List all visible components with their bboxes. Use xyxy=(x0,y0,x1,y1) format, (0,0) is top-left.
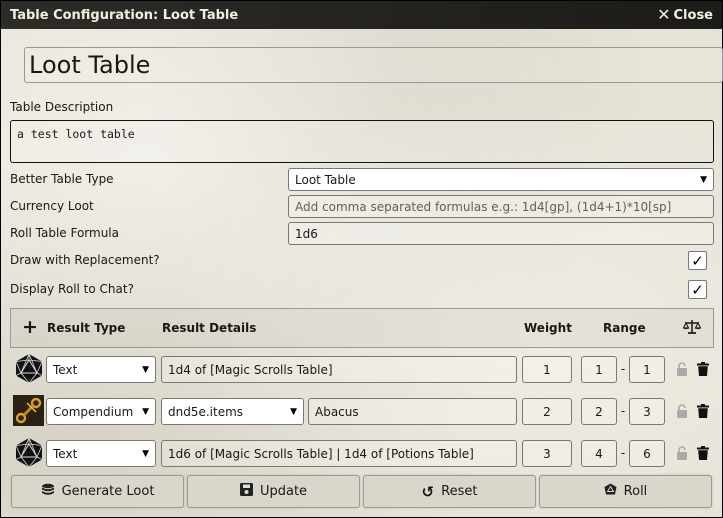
checkmark-icon: ✓ xyxy=(691,251,704,270)
results-header: + Result Type Result Details Weight Rang… xyxy=(10,308,714,348)
roll-formula-input[interactable]: 1d6 xyxy=(288,222,714,245)
compendium-item-icon xyxy=(13,395,44,426)
draw-replacement-checkbox[interactable]: ✓ xyxy=(688,251,707,270)
range-separator: - xyxy=(620,446,626,460)
roll-formula-label: Roll Table Formula xyxy=(10,226,119,240)
table-type-value: Loot Table xyxy=(295,172,356,187)
result-details-input[interactable]: 1d4 of [Magic Scrolls Table] xyxy=(161,356,517,383)
table-type-label: Better Table Type xyxy=(10,172,114,186)
undo-icon: ↺ xyxy=(421,482,435,501)
range-header: Range xyxy=(603,321,646,335)
dropdown-arrow-icon: ▼ xyxy=(142,406,149,417)
trash-icon[interactable] xyxy=(697,446,709,460)
plus-icon[interactable]: + xyxy=(22,316,38,338)
lock-icon[interactable] xyxy=(676,404,688,418)
checkmark-icon: ✓ xyxy=(691,280,704,299)
range-high-input[interactable]: 3 xyxy=(629,398,665,425)
display-roll-checkbox[interactable]: ✓ xyxy=(688,280,707,299)
result-type-select[interactable]: Text ▼ xyxy=(46,356,156,383)
save-icon xyxy=(239,483,253,500)
window-header[interactable]: Table Configuration: Loot Table ✕ Close xyxy=(1,1,722,29)
compendium-pack-value: dnd5e.items xyxy=(168,404,244,419)
balance-scale-icon[interactable] xyxy=(682,319,702,338)
generate-loot-button[interactable]: Generate Loot xyxy=(11,475,184,508)
dropdown-arrow-icon: ▼ xyxy=(142,364,149,375)
range-separator: - xyxy=(620,404,626,418)
draw-replacement-label: Draw with Replacement? xyxy=(10,253,160,267)
table-type-select[interactable]: Loot Table ▼ xyxy=(288,168,714,191)
range-low-input[interactable]: 2 xyxy=(581,398,617,425)
table-name-input[interactable]: Loot Table xyxy=(24,47,723,83)
result-details-header: Result Details xyxy=(162,321,257,335)
result-type-value: Text xyxy=(53,362,78,377)
currency-loot-label: Currency Loot xyxy=(10,199,94,213)
roll-button[interactable]: Roll xyxy=(539,475,712,508)
trash-icon[interactable] xyxy=(697,404,709,418)
dropdown-arrow-icon: ▼ xyxy=(290,406,297,417)
dropdown-arrow-icon: ▼ xyxy=(142,448,149,459)
window-title: Table Configuration: Loot Table xyxy=(10,7,239,23)
weight-input[interactable]: 3 xyxy=(522,440,572,467)
result-type-value: Text xyxy=(53,446,78,461)
currency-loot-input[interactable]: Add comma separated formulas e.g.: 1d4[g… xyxy=(288,195,714,218)
range-high-input[interactable]: 6 xyxy=(629,440,665,467)
coins-icon xyxy=(41,483,55,501)
roll-label: Roll xyxy=(623,484,648,499)
dice-icon xyxy=(604,483,617,500)
generate-loot-label: Generate Loot xyxy=(61,484,155,499)
weight-input[interactable]: 1 xyxy=(522,356,572,383)
range-low-input[interactable]: 4 xyxy=(581,440,617,467)
weight-input[interactable]: 2 xyxy=(522,398,572,425)
lock-icon[interactable] xyxy=(676,362,688,376)
d20-icon xyxy=(13,353,44,384)
dropdown-arrow-icon: ▼ xyxy=(700,174,707,185)
lock-icon[interactable] xyxy=(676,446,688,460)
reset-button[interactable]: ↺ Reset xyxy=(363,475,536,508)
result-type-select[interactable]: Text ▼ xyxy=(46,440,156,467)
result-type-select[interactable]: Compendium ▼ xyxy=(46,398,156,425)
range-separator: - xyxy=(620,362,626,376)
range-low-input[interactable]: 1 xyxy=(581,356,617,383)
close-button[interactable]: ✕ Close xyxy=(657,5,713,24)
weight-header: Weight xyxy=(524,321,572,335)
result-details-input[interactable]: 1d6 of [Magic Scrolls Table] | 1d4 of [P… xyxy=(161,440,517,467)
range-high-input[interactable]: 1 xyxy=(629,356,665,383)
update-label: Update xyxy=(259,484,308,499)
table-config-window: Table Configuration: Loot Table ✕ Close … xyxy=(0,0,723,518)
close-label: Close xyxy=(673,7,713,23)
result-type-header: Result Type xyxy=(47,321,126,335)
close-icon: ✕ xyxy=(657,5,671,24)
compendium-pack-select[interactable]: dnd5e.items ▼ xyxy=(161,398,304,425)
description-label: Table Description xyxy=(10,100,114,114)
trash-icon[interactable] xyxy=(697,362,709,376)
display-roll-label: Display Roll to Chat? xyxy=(10,282,134,296)
update-button[interactable]: Update xyxy=(187,475,360,508)
result-details-input[interactable]: Abacus xyxy=(308,398,517,425)
description-textarea[interactable]: a test loot table xyxy=(10,120,714,163)
result-type-value: Compendium xyxy=(53,404,134,419)
d20-icon xyxy=(13,437,44,468)
reset-label: Reset xyxy=(441,484,478,499)
